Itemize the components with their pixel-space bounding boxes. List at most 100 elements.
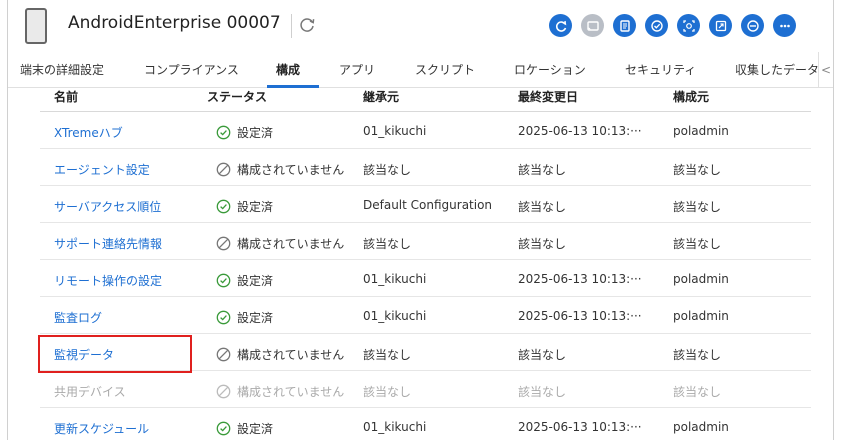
row-last-modified: 2025-06-13 10:13:···: [518, 420, 642, 434]
row-last-modified: 2025-06-13 10:13:···: [518, 124, 642, 138]
tab-compliance[interactable]: コンプライアンス: [144, 61, 239, 78]
scan-icon: [682, 19, 695, 32]
row-status: 設定済: [216, 272, 273, 289]
tab-collected-data[interactable]: 収集したデータ: [735, 61, 819, 78]
row-source: 01_kikuchi: [363, 124, 427, 138]
tab-device-details[interactable]: 端末の詳細設定: [20, 61, 104, 78]
check-circle-icon: [216, 199, 231, 214]
row-name-link[interactable]: サポート連絡先情報: [54, 235, 162, 252]
row-source: 01_kikuchi: [363, 420, 427, 434]
row-name-link[interactable]: リモート操作の設定: [54, 272, 162, 289]
row-source: 該当なし: [363, 163, 412, 177]
device-title: AndroidEnterprise 00007: [68, 13, 281, 33]
blocked-circle-icon: [216, 162, 231, 177]
row-status: 構成されていません: [216, 346, 344, 363]
row-origin: 該当なし: [673, 163, 722, 177]
row-last-modified: 該当なし: [518, 348, 567, 362]
phone-icon: [25, 8, 47, 44]
row-last-modified: 2025-06-13 10:13:···: [518, 272, 642, 286]
action-toolbar: [549, 14, 796, 37]
document-action-button[interactable]: [613, 14, 636, 37]
title-divider: [291, 14, 292, 38]
more-action-button[interactable]: [773, 14, 796, 37]
check-circle-icon: [216, 310, 231, 325]
check-circle-icon: [216, 125, 231, 140]
blocked-circle-icon: [216, 236, 231, 251]
export-action-button[interactable]: [709, 14, 732, 37]
check-circle-icon: [216, 421, 231, 436]
row-origin: 該当なし: [673, 237, 722, 251]
refresh-icon[interactable]: [297, 15, 317, 35]
table-row[interactable]: 更新スケジュール 設定済 01_kikuchi 2025-06-13 10:13:··…: [40, 408, 811, 440]
blocked-circle-icon: [216, 384, 231, 399]
check-circle-icon: [650, 19, 663, 32]
row-origin: poladmin: [673, 420, 729, 434]
lock-icon: [746, 19, 759, 32]
tab-security[interactable]: セキュリティ: [625, 61, 696, 78]
table-row[interactable]: サーバアクセス順位 設定済 Default Configuration 該当なし 該当な…: [40, 186, 811, 223]
table-header-row: 名前 ステータス 継承元 最終変更日 構成元: [40, 82, 811, 112]
row-status: 設定済: [216, 198, 273, 215]
row-origin: 該当なし: [673, 385, 722, 399]
row-last-modified: 2025-06-13 10:13:···: [518, 309, 642, 323]
configuration-table: 名前 ステータス 継承元 最終変更日 構成元 XTremeハブ 設定済 01_kik…: [40, 82, 811, 440]
table-row[interactable]: 監視データ 構成されていません 該当なし 該当なし 該当なし: [40, 334, 811, 371]
row-status: 設定済: [216, 420, 273, 437]
row-source: Default Configuration: [363, 198, 493, 212]
row-name-link[interactable]: エージェント設定: [54, 161, 150, 178]
device-header: AndroidEnterprise 00007: [8, 0, 833, 52]
tab-scroll-left-icon[interactable]: <: [818, 52, 833, 87]
document-icon: [619, 19, 630, 32]
table-row[interactable]: リモート操作の設定 設定済 01_kikuchi 2025-06-13 10:13:·…: [40, 260, 811, 297]
row-last-modified: 該当なし: [518, 200, 567, 214]
row-name-link[interactable]: 共用デバイス: [54, 383, 126, 400]
row-name-link[interactable]: サーバアクセス順位: [54, 198, 161, 215]
column-header-last-modified[interactable]: 最終変更日: [518, 88, 578, 105]
table-row[interactable]: 監査ログ 設定済 01_kikuchi 2025-06-13 10:13:··· pol…: [40, 297, 811, 334]
table-row[interactable]: サポート連絡先情報 構成されていません 該当なし 該当なし 該当なし: [40, 223, 811, 260]
table-row[interactable]: エージェント設定 構成されていません 該当なし 該当なし 該当なし: [40, 149, 811, 186]
column-header-name[interactable]: 名前: [54, 88, 78, 105]
row-name-link[interactable]: 更新スケジュール: [54, 420, 149, 437]
row-status: 設定済: [216, 309, 273, 326]
right-border: [833, 0, 834, 440]
row-source: 該当なし: [363, 385, 412, 399]
more-icon: [779, 24, 790, 27]
row-name-link[interactable]: 監視データ: [54, 346, 114, 363]
row-source: 01_kikuchi: [363, 272, 427, 286]
row-status: 設定済: [216, 124, 273, 141]
row-source: 該当なし: [363, 237, 412, 251]
row-source: 該当なし: [363, 348, 412, 362]
row-origin: poladmin: [673, 309, 729, 323]
row-name-link[interactable]: XTremeハブ: [54, 124, 123, 141]
column-header-status[interactable]: ステータス: [207, 88, 267, 105]
export-icon: [715, 20, 726, 31]
column-header-origin[interactable]: 構成元: [673, 88, 709, 105]
row-last-modified: 該当なし: [518, 237, 567, 251]
table-row[interactable]: XTremeハブ 設定済 01_kikuchi 2025-06-13 10:13:··…: [40, 112, 811, 149]
check-circle-icon: [216, 273, 231, 288]
lock-action-button[interactable]: [741, 14, 764, 37]
row-status: 構成されていません: [216, 383, 344, 400]
scan-action-button[interactable]: [677, 14, 700, 37]
row-source: 01_kikuchi: [363, 309, 427, 323]
row-origin: poladmin: [673, 124, 729, 138]
app-frame: AndroidEnterprise 00007 端末の詳細設定 コンプライアンス…: [0, 0, 841, 440]
table-row[interactable]: 共用デバイス 構成されていません 該当なし 該当なし 該当なし: [40, 371, 811, 408]
row-name-link[interactable]: 監査ログ: [54, 309, 102, 326]
row-origin: 該当なし: [673, 348, 722, 362]
row-status: 構成されていません: [216, 235, 344, 252]
blocked-circle-icon: [216, 347, 231, 362]
row-origin: poladmin: [673, 272, 729, 286]
tab-configuration[interactable]: 構成: [276, 61, 300, 78]
column-header-source[interactable]: 継承元: [363, 88, 399, 105]
row-last-modified: 該当なし: [518, 163, 567, 177]
check-action-button[interactable]: [645, 14, 668, 37]
tab-scripts[interactable]: スクリプト: [415, 61, 475, 78]
cast-icon: [586, 20, 599, 31]
sync-action-button[interactable]: [549, 14, 572, 37]
row-origin: 該当なし: [673, 200, 722, 214]
tab-location[interactable]: ロケーション: [514, 61, 586, 78]
sync-icon: [555, 20, 566, 32]
tab-apps[interactable]: アプリ: [339, 61, 375, 78]
